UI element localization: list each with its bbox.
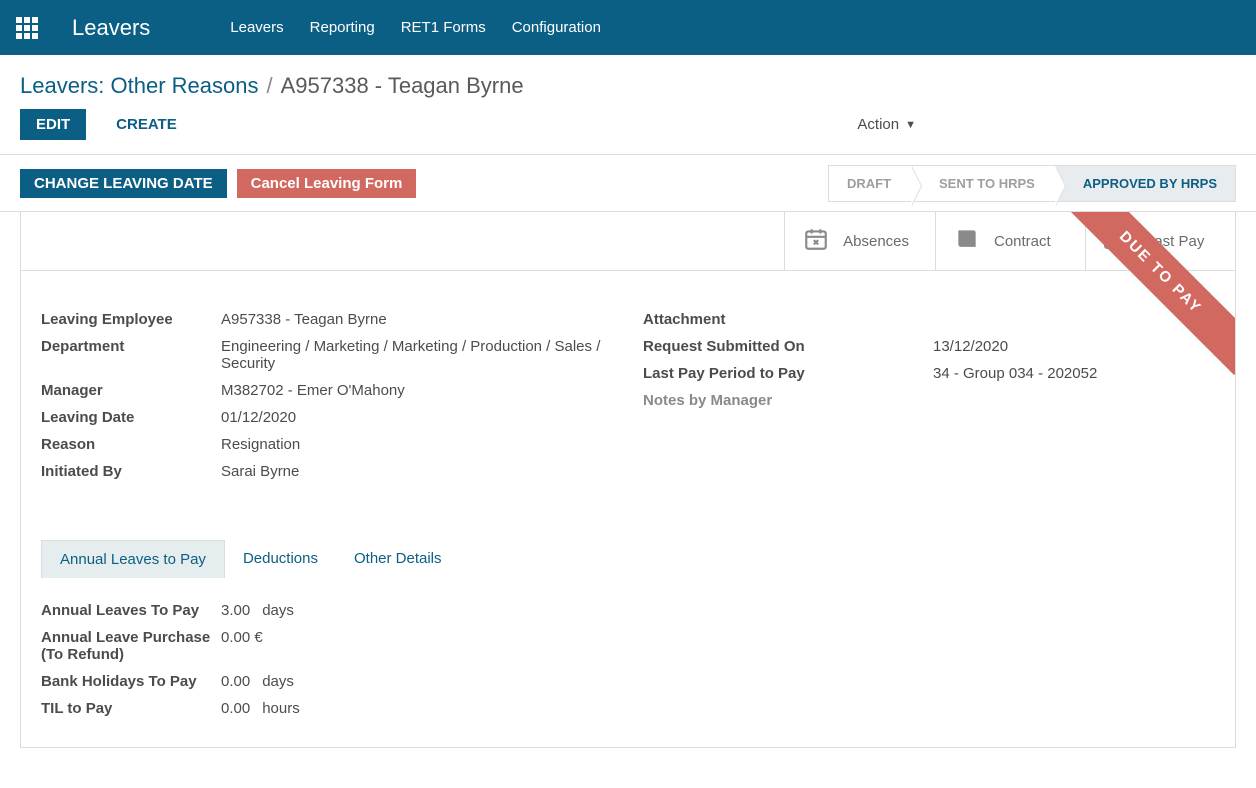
label-department: Department (41, 338, 221, 355)
tab-deductions[interactable]: Deductions (225, 540, 336, 578)
caret-down-icon: ▼ (905, 119, 916, 131)
stat-last-pay[interactable]: Last Pay (1085, 212, 1235, 270)
label-leaving-date: Leaving Date (41, 409, 221, 426)
label-manager: Manager (41, 382, 221, 399)
value-leaving-employee: A957338 - Teagan Byrne (221, 311, 613, 328)
stage-approved-by-hrps[interactable]: APPROVED BY HRPS (1055, 165, 1236, 202)
stat-absences[interactable]: Absences (784, 212, 935, 270)
value-request-submitted: 13/12/2020 (933, 338, 1215, 355)
value-initiated-by: Sarai Byrne (221, 463, 613, 480)
value-reason: Resignation (221, 436, 613, 453)
stat-contract[interactable]: Contract (935, 212, 1085, 270)
stat-last-pay-label: Last Pay (1146, 233, 1204, 250)
status-stages: DRAFT SENT TO HRPS APPROVED BY HRPS (828, 163, 1236, 203)
details-right: Attachment Request Submitted On 13/12/20… (643, 311, 1215, 490)
breadcrumb-root[interactable]: Leavers: Other Reasons (20, 73, 258, 99)
value-department: Engineering / Marketing / Marketing / Pr… (221, 338, 613, 372)
value-last-pay-period: 34 - Group 034 - 202052 (933, 365, 1215, 382)
apps-menu-icon[interactable] (16, 17, 38, 39)
details-left: Leaving Employee A957338 - Teagan Byrne … (41, 311, 613, 490)
change-leaving-date-button[interactable]: CHANGE LEAVING DATE (20, 169, 227, 198)
label-reason: Reason (41, 436, 221, 453)
breadcrumb-sep: / (266, 73, 272, 99)
stage-sent-to-hrps[interactable]: SENT TO HRPS (911, 165, 1055, 202)
action-dropdown-label: Action (857, 116, 899, 133)
edit-button[interactable]: EDIT (20, 109, 86, 140)
tab-other-details[interactable]: Other Details (336, 540, 460, 578)
label-al-purchase-refund: Annual Leave Purchase (To Refund) (41, 629, 221, 663)
book-icon (954, 226, 980, 256)
label-attachment: Attachment (643, 311, 823, 328)
stat-absences-label: Absences (843, 233, 909, 250)
value-til-to-pay: 0.00 (221, 700, 250, 717)
label-til-to-pay: TIL to Pay (41, 700, 221, 717)
stat-contract-label: Contract (994, 233, 1051, 250)
label-notes-by-manager: Notes by Manager (643, 392, 933, 409)
nav-reporting[interactable]: Reporting (310, 19, 375, 36)
create-button[interactable]: CREATE (100, 109, 193, 140)
value-al-purchase-refund: 0.00 € (221, 629, 1215, 646)
money-icon (1104, 229, 1132, 253)
label-request-submitted: Request Submitted On (643, 338, 933, 355)
value-annual-leaves-to-pay: 3.00 (221, 602, 250, 619)
tab-annual-leaves-to-pay[interactable]: Annual Leaves to Pay (41, 540, 225, 578)
breadcrumb-current: A957338 - Teagan Byrne (281, 73, 524, 99)
action-dropdown[interactable]: Action ▼ (857, 116, 916, 133)
unit-bank-holidays-to-pay: days (262, 673, 294, 690)
nav-ret1-forms[interactable]: RET1 Forms (401, 19, 486, 36)
unit-til-to-pay: hours (262, 700, 300, 717)
label-initiated-by: Initiated By (41, 463, 221, 480)
unit-annual-leaves-to-pay: days (262, 602, 294, 619)
nav-configuration[interactable]: Configuration (512, 19, 601, 36)
label-bank-holidays-to-pay: Bank Holidays To Pay (41, 673, 221, 690)
stage-draft[interactable]: DRAFT (828, 165, 911, 202)
value-bank-holidays-to-pay: 0.00 (221, 673, 250, 690)
value-manager: M382702 - Emer O'Mahony (221, 382, 613, 399)
nav-leavers[interactable]: Leavers (230, 19, 283, 36)
tab-body-annual-leaves: Annual Leaves To Pay 3.00 days Annual Le… (21, 578, 1235, 747)
cancel-leaving-form-button[interactable]: Cancel Leaving Form (237, 169, 417, 198)
breadcrumb: Leavers: Other Reasons / A957338 - Teaga… (0, 55, 1256, 103)
value-leaving-date: 01/12/2020 (221, 409, 613, 426)
app-title: Leavers (72, 15, 150, 41)
label-annual-leaves-to-pay: Annual Leaves To Pay (41, 602, 221, 619)
calendar-x-icon (803, 226, 829, 256)
label-last-pay-period: Last Pay Period to Pay (643, 365, 933, 382)
label-leaving-employee: Leaving Employee (41, 311, 221, 328)
